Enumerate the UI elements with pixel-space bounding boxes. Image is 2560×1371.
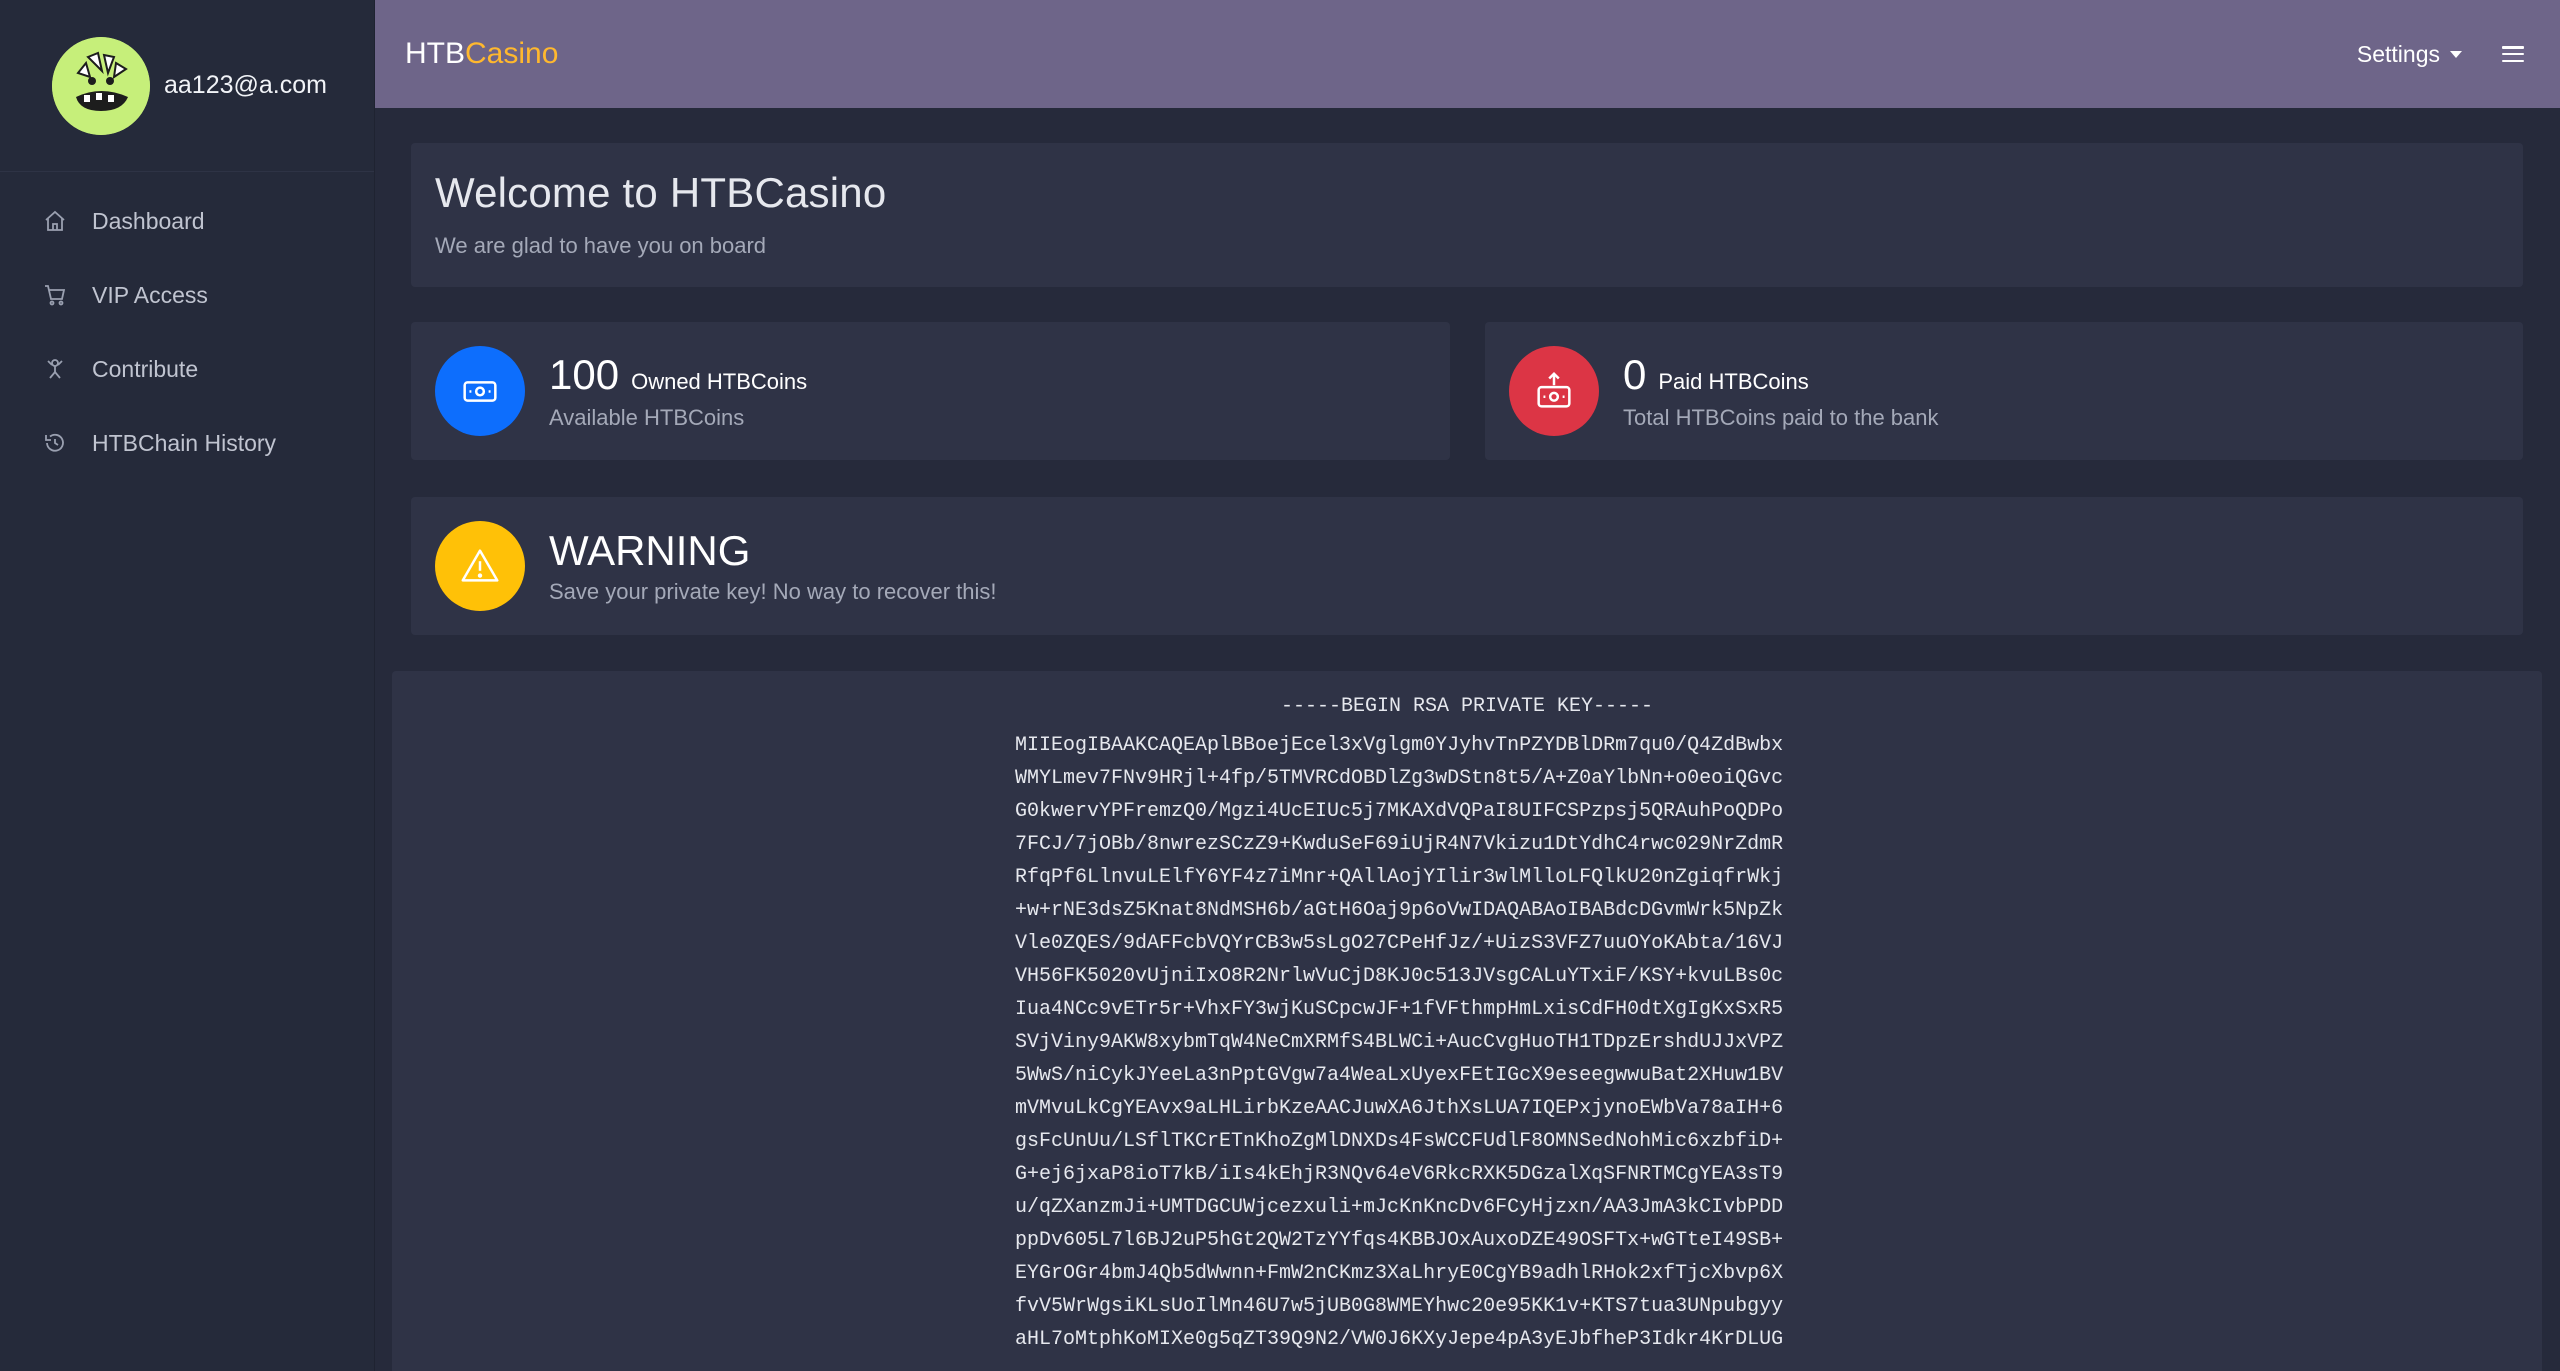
welcome-subtitle: We are glad to have you on board: [435, 233, 767, 258]
brand-part-htb: HTB: [405, 37, 465, 70]
private-key-line: aHL7oMtphKoMIXe0g5qZT39Q9N2/VW0J6KXyJepe…: [1015, 1328, 1784, 1351]
warning-title: WARNING: [549, 527, 751, 574]
hamburger-menu-icon[interactable]: [2502, 46, 2524, 62]
warning-message: Save your private key! No way to recover…: [549, 579, 997, 604]
private-key-line: 7FCJ/7jOBb/8nwrezSCzZ9+KwduSeF69iUjR4N7V…: [1015, 833, 1784, 856]
private-key-line: G+ej6jxaP8ioT7kB/iIs4kEhjR3NQv64eV6RkcRX…: [1015, 1163, 1784, 1186]
avatar-monster-icon: [52, 36, 150, 135]
main-content: Welcome to HTBCasino We are glad to have…: [375, 108, 2560, 1371]
cart-icon: [42, 282, 68, 308]
contribute-icon: [42, 356, 68, 382]
sidebar-item-label: VIP Access: [92, 281, 208, 308]
owned-coins-text: 100 Owned HTBCoins Available HTBCoins: [549, 351, 807, 431]
paid-coins-value: 0: [1623, 351, 1647, 398]
sidebar-item-label: HTBChain History: [92, 429, 277, 456]
money-icon: [435, 346, 525, 436]
brand-part-casino: Casino: [465, 37, 559, 70]
sidebar-item-label: Dashboard: [92, 207, 205, 234]
sidebar: aa123@a.com Dashboard VIP Access Contrib…: [0, 0, 375, 1371]
owned-coins-label: Owned HTBCoins: [631, 369, 808, 394]
private-key-line: Iua4NCc9vETr5r+VhxFY3wjKuSCpcwJF+1fVFthm…: [1015, 998, 1784, 1021]
sidebar-item-label: Contribute: [92, 355, 199, 382]
private-key-box[interactable]: -----BEGIN RSA PRIVATE KEY----- MIIEogIB…: [392, 671, 2542, 1371]
paid-coins-text: 0 Paid HTBCoins Total HTBCoins paid to t…: [1623, 351, 1939, 431]
private-key-line: u/qZXanzmJi+UMTDGCUWjcezxuli+mJcKnKncDv6…: [1015, 1196, 1784, 1219]
caret-down-icon: [2450, 50, 2462, 58]
paid-coins-card: 0 Paid HTBCoins Total HTBCoins paid to t…: [1485, 322, 2523, 460]
private-key-line: WMYLmev7FNv9HRjl+4fp/5TMVRCdOBDlZg3wDStn…: [1015, 767, 1784, 790]
private-key-line: ppDv605L7l6BJ2uP5hGt2QW2TzYYfqs4KBBJOxAu…: [1015, 1229, 1784, 1252]
avatar[interactable]: [52, 36, 150, 135]
paid-coins-label: Paid HTBCoins: [1658, 369, 1809, 394]
user-email: aa123@a.com: [164, 71, 327, 99]
home-icon: [42, 208, 68, 234]
welcome-card: Welcome to HTBCasino We are glad to have…: [411, 143, 2523, 287]
cash-upload-icon: [1509, 346, 1599, 436]
user-profile: aa123@a.com: [0, 0, 374, 172]
owned-coins-value: 100: [549, 351, 620, 398]
top-navbar: HTBCasino Settings: [375, 0, 2560, 108]
warning-text: WARNING Save your private key! No way to…: [549, 527, 997, 605]
sidebar-item-vip-access[interactable]: VIP Access: [0, 258, 374, 332]
private-key-line: gsFcUnUu/LSflTKCrETnKhoZgMlDNXDs4FsWCCFU…: [1015, 1130, 1784, 1153]
warning-card: WARNING Save your private key! No way to…: [411, 497, 2523, 635]
private-key-line: SVjViny9AKW8xybmTqW4NeCmXRMfS4BLWCi+AucC…: [1015, 1031, 1784, 1054]
paid-coins-subtitle: Total HTBCoins paid to the bank: [1623, 405, 1939, 430]
private-key-line: RfqPf6LlnvuLElfY6YF4z7iMnr+QAllAojYIlir3…: [1015, 866, 1784, 889]
welcome-title: Welcome to HTBCasino: [435, 169, 887, 216]
brand-logo[interactable]: HTBCasino: [405, 37, 558, 71]
private-key-line: VH56FK5020vUjniIxO8R2NrlwVuCjD8KJ0c513JV…: [1015, 965, 1784, 988]
history-icon: [42, 430, 68, 456]
private-key-header: -----BEGIN RSA PRIVATE KEY-----: [1280, 695, 1654, 718]
private-key-lines: MIIEogIBAAKCAQEAplBBoejEcel3xVglgm0YJyhv…: [1015, 729, 1783, 1356]
warning-triangle-icon: [435, 521, 525, 611]
private-key-line: EYGrOGr4bmJ4Qb5dWwnn+FmW2nCKmz3XaLhryE0C…: [1015, 1262, 1784, 1285]
private-key-line: fvV5WrWgsiKLsUoIlMn46U7w5jUB0G8WMEYhwc20…: [1015, 1295, 1784, 1318]
private-key-line: +w+rNE3dsZ5Knat8NdMSH6b/aGtH6Oaj9p6oVwID…: [1015, 899, 1784, 922]
sidebar-item-contribute[interactable]: Contribute: [0, 332, 374, 406]
owned-coins-card: 100 Owned HTBCoins Available HTBCoins: [411, 322, 1450, 460]
private-key-line: mVMvuLkCgYEAvx9aLHLirbKzeAACJuwXA6JthXsL…: [1015, 1097, 1784, 1120]
owned-coins-subtitle: Available HTBCoins: [549, 405, 745, 430]
navbar-actions: Settings: [2357, 41, 2524, 68]
sidebar-item-dashboard[interactable]: Dashboard: [0, 184, 374, 258]
sidebar-item-htbchain-history[interactable]: HTBChain History: [0, 406, 374, 480]
private-key-line: G0kwervYPFremzQ0/Mgzi4UcEIUc5j7MKAXdVQPa…: [1015, 800, 1784, 823]
settings-dropdown[interactable]: Settings: [2357, 41, 2462, 68]
settings-label: Settings: [2356, 40, 2440, 67]
private-key-line: MIIEogIBAAKCAQEAplBBoejEcel3xVglgm0YJyhv…: [1015, 734, 1784, 757]
private-key-line: 5WwS/niCykJYeeLa3nPptGVgw7a4WeaLxUyexFEt…: [1015, 1064, 1784, 1087]
sidebar-nav: Dashboard VIP Access Contribute HTBChain…: [0, 172, 374, 480]
private-key-line: Vle0ZQES/9dAFFcbVQYrCB3w5sLgO27CPeHfJz/+…: [1015, 932, 1784, 955]
